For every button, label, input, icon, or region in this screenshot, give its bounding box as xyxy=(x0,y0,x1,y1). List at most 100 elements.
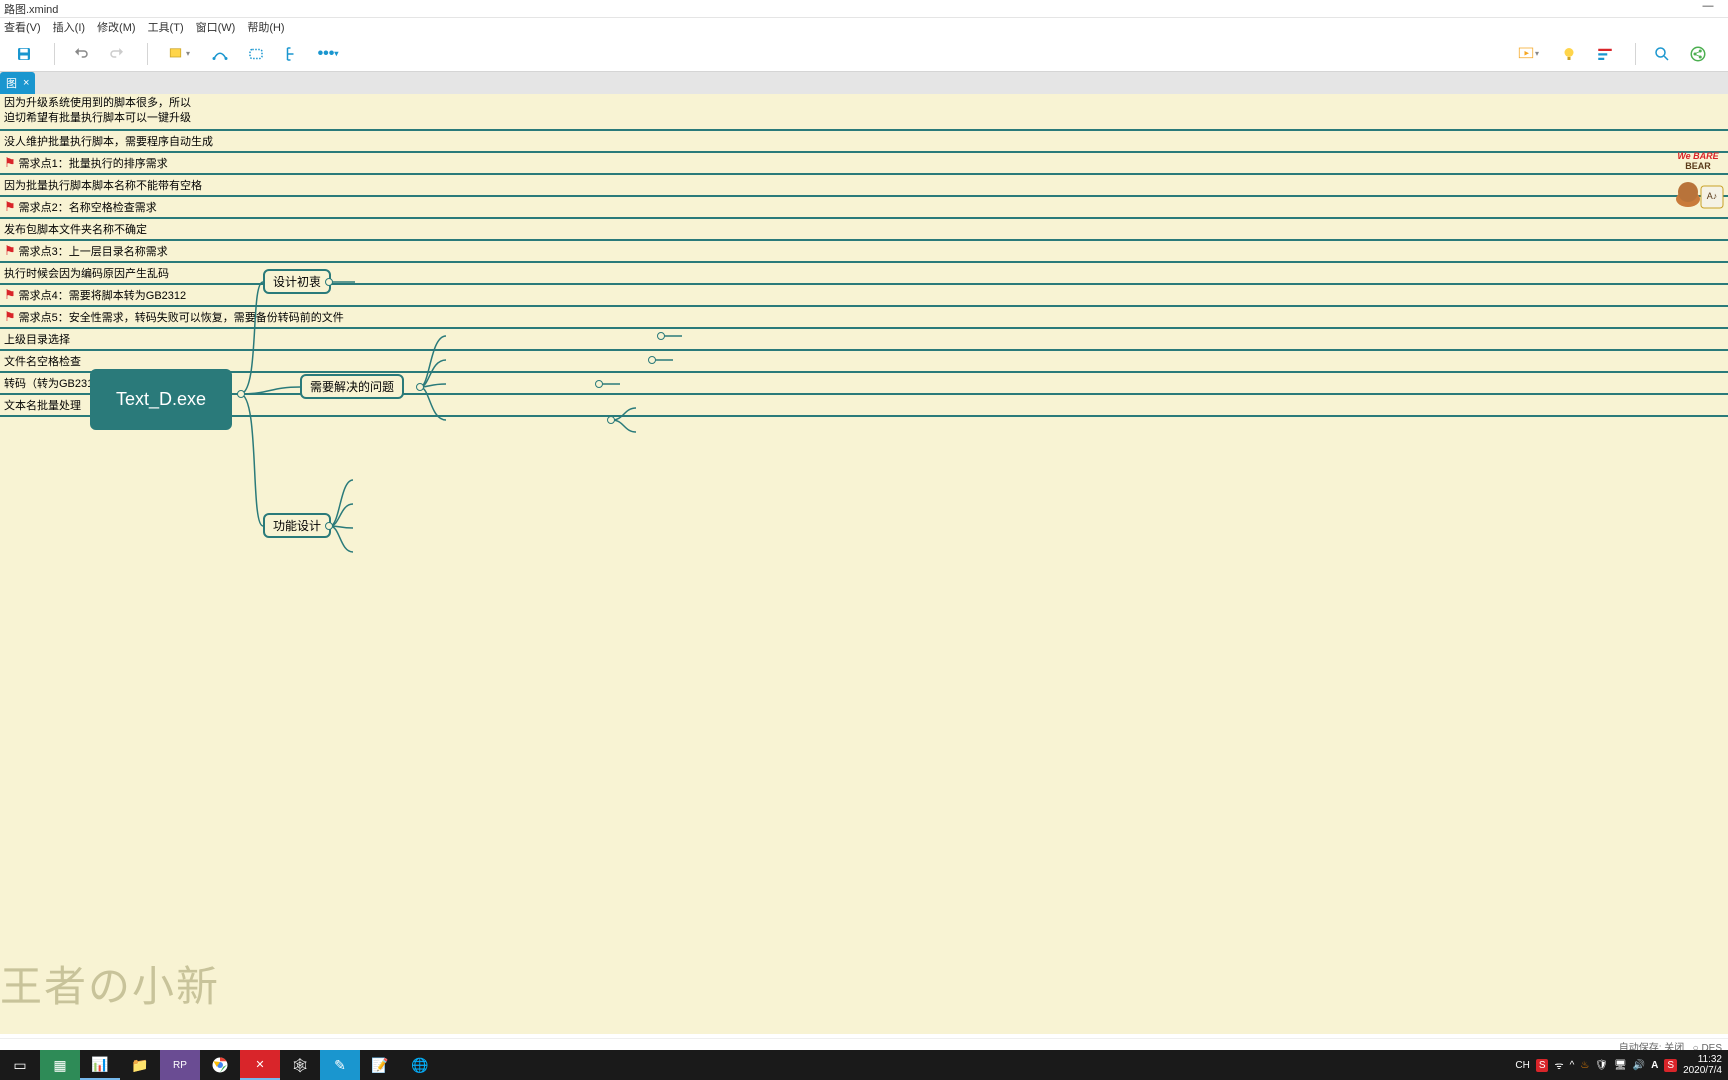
tray-icon[interactable]: S xyxy=(1664,1059,1677,1072)
expand-toggle[interactable] xyxy=(648,356,656,364)
leaf-node[interactable]: 发布包脚本文件夹名称不确定 xyxy=(0,219,1728,241)
idea-button[interactable] xyxy=(1553,40,1585,68)
expand-toggle[interactable] xyxy=(325,278,333,286)
tab-label: 图 xyxy=(6,75,17,91)
flag-icon: ⚑ xyxy=(4,199,16,215)
tab-close-button[interactable]: × xyxy=(23,77,29,89)
taskview-icon[interactable]: ▭ xyxy=(0,1050,40,1080)
summary-icon xyxy=(283,45,301,63)
window-controls: — xyxy=(1688,0,1728,12)
menu-view[interactable]: 查看(V) xyxy=(4,19,41,35)
leaf-node[interactable]: 上级目录选择 xyxy=(0,329,1728,351)
expand-toggle[interactable] xyxy=(416,383,424,391)
leaf-node[interactable]: 文件名空格检查 xyxy=(0,351,1728,373)
gantt-icon xyxy=(1596,45,1614,63)
app-icon[interactable]: 🕸 xyxy=(280,1050,320,1080)
new-sheet-button[interactable]: ▾ xyxy=(158,40,200,68)
leaf-node[interactable]: 没人维护批量执行脚本，需要程序自动生成 xyxy=(0,131,1728,153)
svg-text:BEAR: BEAR xyxy=(1685,161,1711,171)
flag-leaf-node[interactable]: ⚑需求点1：批量执行的排序需求 xyxy=(0,153,1728,175)
app-icon[interactable]: ▦ xyxy=(40,1050,80,1080)
expand-toggle[interactable] xyxy=(607,416,615,424)
file-explorer-icon[interactable]: 📁 xyxy=(120,1050,160,1080)
app-icon[interactable]: ✎ xyxy=(320,1050,360,1080)
system-tray: CH S ᯤ ^ ♨ 🛡 🖥 🔊 A S 11:32 2020/7/4 xyxy=(1515,1054,1728,1076)
chrome-icon[interactable] xyxy=(200,1050,240,1080)
flag-leaf-node[interactable]: ⚑需求点5：安全性需求，转码失败可以恢复，需要备份转码前的文件 xyxy=(0,307,1728,329)
expand-toggle[interactable] xyxy=(325,522,333,530)
leaf-node[interactable]: 因为批量执行脚本脚本名称不能带有空格 xyxy=(0,175,1728,197)
tray-icon[interactable]: S xyxy=(1536,1059,1549,1072)
right-toolbar: ▾ xyxy=(1507,40,1718,68)
leaf-text: 需求点3：上一层目录名称需求 xyxy=(19,243,168,259)
branch-node-function[interactable]: 功能设计 xyxy=(263,513,331,538)
leaf-text: 需求点5：安全性需求，转码失败可以恢复，需要备份转码前的文件 xyxy=(19,309,344,325)
summary-button[interactable] xyxy=(276,40,308,68)
menu-window[interactable]: 窗口(W) xyxy=(196,19,236,35)
expand-toggle[interactable] xyxy=(657,332,665,340)
leaf-node[interactable]: 因为升级系统使用到的脚本很多，所以 迫切希望有批量执行脚本可以一键升级 xyxy=(0,94,1728,131)
tray-icon[interactable]: A xyxy=(1651,1060,1658,1071)
flag-icon: ⚑ xyxy=(4,287,16,303)
tab-sheet[interactable]: 图 × xyxy=(0,72,35,94)
leaf-node[interactable]: 执行时候会因为编码原因产生乱码 xyxy=(0,263,1728,285)
flag-leaf-node[interactable]: ⚑需求点4：需要将脚本转为GB2312 xyxy=(0,285,1728,307)
tray-chevron-icon[interactable]: ^ xyxy=(1570,1060,1575,1071)
mindmap-canvas[interactable]: Text_D.exe 设计初衷 因为升级系统使用到的脚本很多，所以 迫切希望有批… xyxy=(0,94,1728,1034)
save-icon xyxy=(15,45,33,63)
app-icon[interactable]: 🌐 xyxy=(400,1050,440,1080)
root-node[interactable]: Text_D.exe xyxy=(90,369,232,430)
minimize-button[interactable]: — xyxy=(1688,0,1728,12)
leaf-node[interactable]: 转码（转为GB2312） xyxy=(0,373,1728,395)
app-icon[interactable]: 📊 xyxy=(80,1050,120,1080)
share-icon xyxy=(1689,45,1707,63)
expand-toggle[interactable] xyxy=(595,380,603,388)
leaf-text: 需求点4：需要将脚本转为GB2312 xyxy=(19,287,186,303)
tray-icon[interactable]: 🛡 xyxy=(1595,1060,1608,1071)
undo-button[interactable] xyxy=(65,40,97,68)
menu-help[interactable]: 帮助(H) xyxy=(247,19,284,35)
tray-icon[interactable]: ♨ xyxy=(1580,1060,1589,1071)
branch-node-design[interactable]: 设计初衷 xyxy=(263,269,331,294)
redo-icon xyxy=(108,45,126,63)
tab-bar: 图 × xyxy=(0,72,1728,94)
svg-text:A♪: A♪ xyxy=(1707,191,1718,201)
svg-text:We BARE: We BARE xyxy=(1677,151,1719,161)
boundary-icon xyxy=(247,45,265,63)
ime-indicator[interactable]: CH xyxy=(1515,1060,1529,1071)
leaf-node[interactable]: 文本名批量处理 xyxy=(0,395,1728,417)
decoration-image: We BARE BEAR A♪ xyxy=(1668,144,1728,224)
taskbar-clock[interactable]: 11:32 2020/7/4 xyxy=(1683,1054,1722,1076)
relationship-icon xyxy=(211,45,229,63)
flag-leaf-node[interactable]: ⚑需求点2：名称空格检查需求 xyxy=(0,197,1728,219)
undo-icon xyxy=(72,45,90,63)
clock-date: 2020/7/4 xyxy=(1683,1065,1722,1076)
share-button[interactable] xyxy=(1682,40,1714,68)
play-icon xyxy=(1517,45,1535,63)
app-icon[interactable]: RP xyxy=(160,1050,200,1080)
menu-insert[interactable]: 插入(I) xyxy=(53,19,85,35)
windows-taskbar: ▭ ▦ 📊 📁 RP ✕ 🕸 ✎ 📝 🌐 CH S ᯤ ^ ♨ 🛡 🖥 🔊 A … xyxy=(0,1050,1728,1080)
boundary-button[interactable] xyxy=(240,40,272,68)
expand-toggle[interactable] xyxy=(237,390,245,398)
xmind-icon[interactable]: ✕ xyxy=(240,1050,280,1080)
tray-icon[interactable]: ᯤ xyxy=(1554,1058,1563,1072)
relationship-button[interactable] xyxy=(204,40,236,68)
menu-tools[interactable]: 工具(T) xyxy=(148,19,184,35)
flag-icon: ⚑ xyxy=(4,309,16,325)
tray-icon[interactable]: 🖥 xyxy=(1614,1060,1627,1071)
sheet-icon xyxy=(168,45,186,63)
more-button[interactable]: ••• ▾ xyxy=(312,40,344,68)
search-button[interactable] xyxy=(1646,40,1678,68)
branch-node-problems[interactable]: 需要解决的问题 xyxy=(300,374,404,399)
presentation-button[interactable]: ▾ xyxy=(1507,40,1549,68)
menu-modify[interactable]: 修改(M) xyxy=(97,19,136,35)
app-icon[interactable]: 📝 xyxy=(360,1050,400,1080)
toolbar: ▾ ••• ▾ ▾ xyxy=(0,36,1728,72)
gantt-button[interactable] xyxy=(1589,40,1621,68)
tray-volume-icon[interactable]: 🔊 xyxy=(1633,1060,1645,1071)
save-button[interactable] xyxy=(8,40,40,68)
separator xyxy=(1635,43,1636,65)
flag-leaf-node[interactable]: ⚑需求点3：上一层目录名称需求 xyxy=(0,241,1728,263)
redo-button[interactable] xyxy=(101,40,133,68)
